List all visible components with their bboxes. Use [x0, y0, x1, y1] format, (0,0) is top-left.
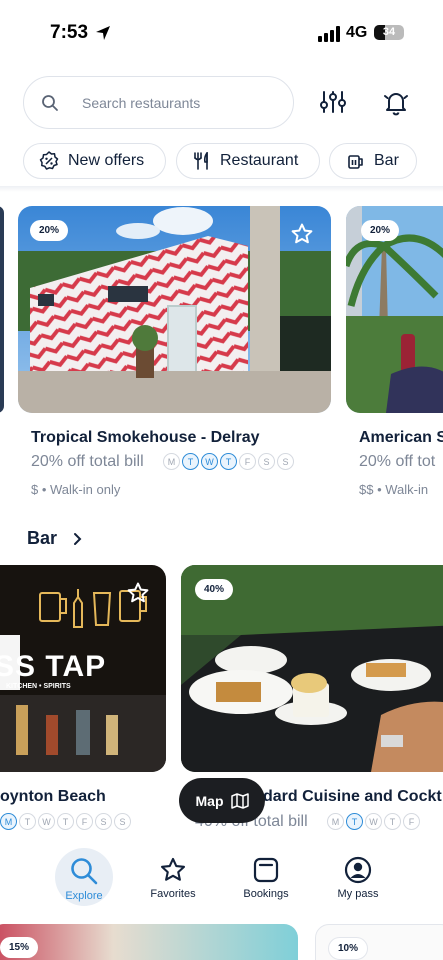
day-indicator: W	[38, 813, 55, 830]
available-days: M T W T F	[327, 813, 420, 830]
discount-badge: 20%	[361, 220, 400, 241]
discount-badge: 40%	[195, 579, 234, 600]
location-arrow-icon	[96, 26, 110, 40]
price-level: $	[31, 482, 39, 497]
section-title-bar[interactable]: Bar	[27, 528, 57, 549]
day-indicator: M	[163, 453, 180, 470]
bar-card-title[interactable]: dard Cuisine and Cockt	[263, 788, 442, 806]
nav-explore[interactable]: Explore	[44, 832, 124, 906]
featured-card-title[interactable]: American S	[359, 429, 443, 447]
available-days: M T W T F S S	[0, 813, 131, 830]
day-indicator-active: W	[201, 453, 218, 470]
featured-card-title[interactable]: Tropical Smokehouse - Delray	[31, 429, 260, 447]
account-icon	[344, 856, 372, 884]
network-label: 4G	[346, 24, 368, 41]
featured-card-meta: $$ • Walk-in	[359, 482, 429, 497]
battery-icon: 34	[374, 25, 404, 40]
signal-icon	[318, 26, 340, 42]
chip-label: Bar	[374, 152, 399, 169]
nav-label: My pass	[337, 888, 379, 900]
chip-label: New offers	[68, 152, 145, 169]
bell-icon	[384, 93, 408, 116]
peek-card-image[interactable]	[0, 924, 298, 960]
featured-card-meta: $ • Walk-in only	[31, 482, 121, 497]
nav-label: Explore	[65, 890, 103, 902]
day-indicator: F	[76, 813, 93, 830]
filter-button[interactable]	[318, 86, 348, 118]
featured-card-image-left-peek[interactable]	[0, 206, 4, 413]
star-icon	[160, 857, 186, 881]
beer-mug-icon	[348, 155, 363, 169]
sliders-icon	[320, 91, 346, 113]
fork-knife-icon	[194, 152, 208, 170]
featured-card-offer: 20% off tot	[359, 453, 436, 470]
day-indicator: S	[277, 453, 294, 470]
day-indicator: F	[403, 813, 420, 830]
map-icon	[230, 792, 249, 809]
favorite-star-icon[interactable]	[126, 581, 150, 605]
bar-logo-subtext: KITCHEN • SPIRITS	[6, 683, 71, 690]
status-bar: 7:53 4G 34	[0, 0, 443, 66]
map-button[interactable]: Map	[179, 778, 265, 823]
discount-badge: 20%	[30, 220, 69, 241]
nav-label: Bookings	[243, 888, 289, 900]
chip-restaurant[interactable]: Restaurant	[176, 143, 320, 179]
day-indicator: T	[19, 813, 36, 830]
day-indicator: S	[95, 813, 112, 830]
bar-logo-text: SS TAP	[0, 650, 107, 683]
booking-mode: Walk-in only	[50, 482, 121, 497]
chevron-right-icon[interactable]	[71, 532, 85, 546]
chip-bar[interactable]: Bar	[329, 143, 417, 179]
notifications-button[interactable]	[381, 86, 411, 118]
battery-level: 34	[382, 26, 396, 38]
day-indicator: S	[114, 813, 131, 830]
day-indicator: S	[258, 453, 275, 470]
bookings-icon	[253, 857, 279, 883]
next-section-peek: 15% 10%	[0, 922, 443, 960]
nav-my-pass[interactable]: My pass	[318, 832, 398, 900]
chip-label: Restaurant	[220, 152, 299, 169]
bar-card-title[interactable]: oynton Beach	[0, 788, 106, 806]
day-indicator-active: T	[182, 453, 199, 470]
day-indicator: T	[384, 813, 401, 830]
nav-label: Favorites	[150, 888, 196, 900]
day-indicator: F	[239, 453, 256, 470]
day-indicator: M	[327, 813, 344, 830]
day-indicator-active: T	[346, 813, 363, 830]
available-days: M T W T F S S	[163, 453, 294, 470]
status-time: 7:53	[50, 22, 89, 43]
search-input[interactable]	[82, 91, 282, 115]
bottom-nav: Explore Favorites Bookings My pass	[0, 832, 443, 922]
header-divider	[0, 186, 443, 192]
day-indicator: W	[365, 813, 382, 830]
nav-favorites[interactable]: Favorites	[133, 832, 213, 900]
favorite-star-icon[interactable]	[290, 222, 314, 246]
search-icon	[42, 95, 58, 111]
day-indicator: T	[57, 813, 74, 830]
discount-badge: 15%	[0, 937, 39, 958]
map-button-label: Map	[195, 792, 224, 809]
day-indicator-active: T	[220, 453, 237, 470]
chip-new-offers[interactable]: New offers	[23, 143, 166, 179]
nav-bookings[interactable]: Bookings	[226, 832, 306, 900]
booking-mode: Walk-in	[385, 482, 429, 497]
search-bar[interactable]	[23, 76, 294, 129]
discount-icon	[39, 151, 59, 170]
featured-card-offer: 20% off total bill	[31, 453, 144, 470]
search-icon	[71, 858, 98, 885]
price-level: $$	[359, 482, 374, 497]
day-indicator-active: M	[0, 813, 17, 830]
discount-badge: 10%	[328, 937, 369, 960]
